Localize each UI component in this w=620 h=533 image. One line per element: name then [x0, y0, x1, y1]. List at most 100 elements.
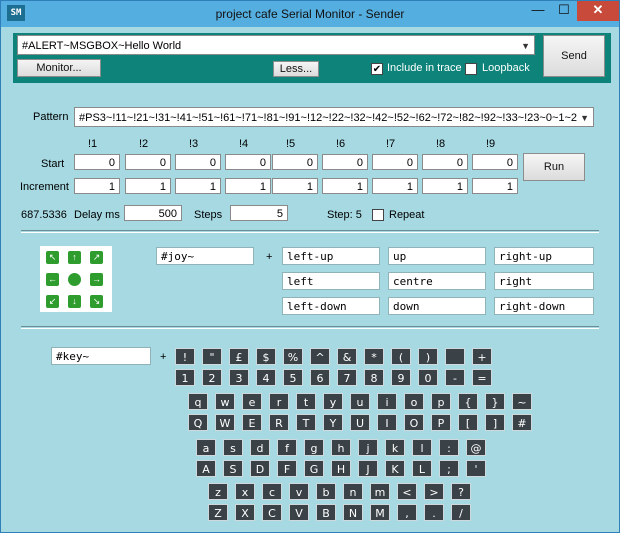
key-button[interactable]: % — [283, 348, 303, 365]
key-button[interactable]: e — [242, 393, 262, 410]
arrow-up-right-icon[interactable]: ↗ — [90, 251, 103, 264]
key-button[interactable]: m — [370, 483, 390, 500]
key-button[interactable]: w — [215, 393, 235, 410]
run-button[interactable]: Run — [523, 153, 585, 181]
key-button[interactable]: d — [250, 439, 270, 456]
minimize-button[interactable]: — — [525, 1, 551, 21]
key-button[interactable]: o — [404, 393, 424, 410]
key-button[interactable]: V — [289, 504, 309, 521]
key-button[interactable]: 1 — [175, 369, 195, 386]
key-button[interactable]: x — [235, 483, 255, 500]
key-button[interactable]: $ — [256, 348, 276, 365]
key-button[interactable]: 9 — [391, 369, 411, 386]
key-button[interactable]: " — [202, 348, 222, 365]
monitor-button[interactable]: Monitor... — [17, 59, 101, 77]
steps-input[interactable]: 5 — [230, 205, 288, 221]
joy-direction-down[interactable]: down — [388, 297, 486, 315]
key-button[interactable]: B — [316, 504, 336, 521]
include-trace-checkbox[interactable]: ✔ — [371, 63, 383, 75]
key-button[interactable]: F — [277, 460, 297, 477]
joy-prefix-input[interactable]: #joy~ — [156, 247, 254, 265]
less-button[interactable]: Less... — [273, 61, 319, 77]
key-button[interactable]: Z — [208, 504, 228, 521]
key-button[interactable]: h — [331, 439, 351, 456]
joy-direction-left-down[interactable]: left-down — [282, 297, 380, 315]
start-input[interactable]: 0 — [74, 154, 120, 170]
key-button[interactable]: ~ — [512, 393, 532, 410]
key-button[interactable]: s — [223, 439, 243, 456]
arrow-up-left-icon[interactable]: ↖ — [46, 251, 59, 264]
start-input[interactable]: 0 — [322, 154, 368, 170]
arrow-left-icon[interactable]: ← — [46, 273, 59, 286]
key-button[interactable]: l — [412, 439, 432, 456]
key-button[interactable]: 3 — [229, 369, 249, 386]
increment-input[interactable]: 1 — [272, 178, 318, 194]
repeat-checkbox[interactable] — [372, 209, 384, 221]
key-button[interactable]: g — [304, 439, 324, 456]
key-button[interactable]: A — [196, 460, 216, 477]
key-button[interactable]: Q — [188, 414, 208, 431]
key-button[interactable] — [445, 348, 465, 365]
loopback-checkbox[interactable] — [465, 63, 477, 75]
increment-input[interactable]: 1 — [125, 178, 171, 194]
title-bar[interactable]: SM project cafe Serial Monitor - Sender … — [1, 1, 619, 27]
key-button[interactable]: £ — [229, 348, 249, 365]
chevron-down-icon[interactable]: ▼ — [580, 108, 589, 126]
increment-input[interactable]: 1 — [322, 178, 368, 194]
increment-input[interactable]: 1 — [372, 178, 418, 194]
key-button[interactable]: W — [215, 414, 235, 431]
arrow-down-left-icon[interactable]: ↙ — [46, 295, 59, 308]
increment-input[interactable]: 1 — [175, 178, 221, 194]
key-button[interactable]: u — [350, 393, 370, 410]
key-button[interactable]: S — [223, 460, 243, 477]
key-button[interactable]: y — [323, 393, 343, 410]
key-button[interactable]: J — [358, 460, 378, 477]
joy-direction-up[interactable]: up — [388, 247, 486, 265]
arrow-up-icon[interactable]: ↑ — [68, 251, 81, 264]
key-button[interactable]: N — [343, 504, 363, 521]
key-button[interactable]: + — [472, 348, 492, 365]
key-button[interactable]: G — [304, 460, 324, 477]
key-button[interactable]: t — [296, 393, 316, 410]
pattern-combo[interactable]: #PS3~!11~!21~!31~!41~!51~!61~!71~!81~!91… — [74, 107, 594, 127]
key-button[interactable]: / — [451, 504, 471, 521]
key-button[interactable]: E — [242, 414, 262, 431]
key-button[interactable]: 0 — [418, 369, 438, 386]
key-button[interactable]: & — [337, 348, 357, 365]
key-button[interactable]: O — [404, 414, 424, 431]
key-button[interactable]: ^ — [310, 348, 330, 365]
key-button[interactable]: 4 — [256, 369, 276, 386]
key-button[interactable]: k — [385, 439, 405, 456]
key-button[interactable]: Y — [323, 414, 343, 431]
key-button[interactable]: 6 — [310, 369, 330, 386]
increment-input[interactable]: 1 — [472, 178, 518, 194]
joy-direction-right-down[interactable]: right-down — [494, 297, 594, 315]
key-button[interactable]: f — [277, 439, 297, 456]
key-button[interactable]: . — [424, 504, 444, 521]
increment-input[interactable]: 1 — [74, 178, 120, 194]
key-button[interactable]: ) — [418, 348, 438, 365]
send-button[interactable]: Send — [543, 35, 605, 77]
key-button[interactable]: i — [377, 393, 397, 410]
key-button[interactable]: 5 — [283, 369, 303, 386]
joy-direction-left[interactable]: left — [282, 272, 380, 290]
key-button[interactable]: C — [262, 504, 282, 521]
joy-direction-centre[interactable]: centre — [388, 272, 486, 290]
key-button[interactable]: r — [269, 393, 289, 410]
key-button[interactable]: D — [250, 460, 270, 477]
start-input[interactable]: 0 — [125, 154, 171, 170]
key-button[interactable]: P — [431, 414, 451, 431]
key-prefix-input[interactable]: #key~ — [51, 347, 151, 365]
key-button[interactable]: p — [431, 393, 451, 410]
key-button[interactable]: ; — [439, 460, 459, 477]
key-button[interactable]: > — [424, 483, 444, 500]
key-button[interactable]: j — [358, 439, 378, 456]
increment-input[interactable]: 1 — [422, 178, 468, 194]
key-button[interactable]: ? — [451, 483, 471, 500]
joy-direction-right-up[interactable]: right-up — [494, 247, 594, 265]
key-button[interactable]: ' — [466, 460, 486, 477]
key-button[interactable]: ! — [175, 348, 195, 365]
close-button[interactable]: ✕ — [577, 1, 619, 21]
key-button[interactable]: U — [350, 414, 370, 431]
key-button[interactable]: X — [235, 504, 255, 521]
